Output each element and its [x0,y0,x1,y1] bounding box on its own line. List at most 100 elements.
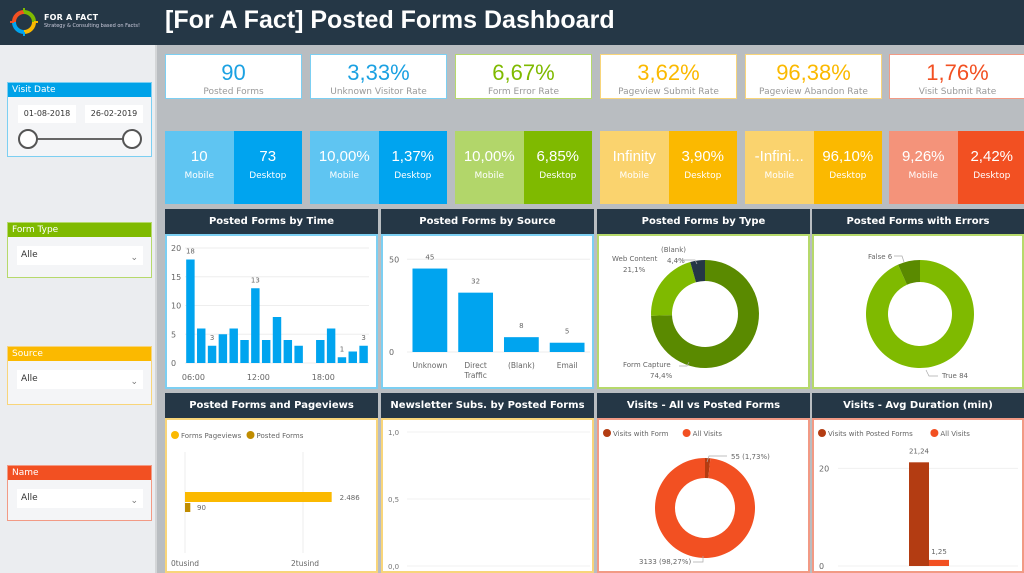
kpi-value: 6,67% [492,60,555,85]
legend-label: All Visits [693,430,723,438]
y-tick-label: 0 [819,562,824,571]
data-label: 32 [471,278,480,286]
form-type-value: Alle [21,250,38,260]
donut-slice [655,458,755,558]
kpi-label: Pageview Submit Rate [618,87,719,97]
y-tick-label: 0 [389,348,394,357]
kpi-desktop: 2,42% Desktop [957,131,1024,204]
name-dropdown[interactable]: Alle ⌄ [17,489,143,508]
slice-pct: 21,1% [623,266,646,274]
bar [240,340,249,363]
kpi-mobile: -Infini... Mobile [745,131,814,204]
page-title: [For A Fact] Posted Forms Dashboard [165,6,615,34]
y-tick-label: 0 [171,359,176,368]
bar [185,492,332,502]
start-date-input[interactable]: 01-08-2018 [18,105,76,123]
kpi-desktop: 3,90% Desktop [668,131,737,204]
source-value: Alle [21,374,38,384]
x-tick-label: 12:00 [247,373,270,382]
kpi-card: 1,76% Visit Submit Rate [889,54,1024,99]
kpi-desktop-value: 3,90% [681,148,725,165]
panel-newsletter-subs: Newsletter Subs. by Posted Forms 0,0 0,5 1… [381,393,594,573]
slice-pct: 4,4% [667,257,685,265]
x-tick-label: Email [557,361,578,370]
x-tick-label: 0tusind [171,559,199,568]
bar [185,503,191,512]
panel-title: Posted Forms and Pageviews [165,393,378,418]
bar [229,328,238,363]
legend-label: Visits with Posted Forms [828,430,913,438]
kpi-device-split: -Infini... Mobile 96,10% Desktop [745,131,882,204]
data-label: 21,24 [909,447,930,455]
kpi-value: 3,62% [637,60,700,85]
kpi-mobile-value: 10,00% [463,148,515,165]
y-tick-label: 0,0 [388,563,399,571]
bar [326,328,336,363]
chart-visits-all-vs-posted: Visits with Form All Visits 55 (1,73%) 3133… [603,429,770,566]
kpi-desktop-label: Desktop [539,171,577,181]
date-range-track [28,138,134,140]
panel-title: Visits - All vs Posted Forms [597,393,810,418]
x-tick-label: 18:00 [312,373,335,382]
end-date-input[interactable]: 26-02-2019 [85,105,143,123]
panel-visits-all-vs-posted: Visits - All vs Posted Forms Visits with… [597,393,810,573]
kpi-device-split: 9,26% Mobile 2,42% Desktop [889,131,1024,204]
kpi-mobile: 10,00% Mobile [455,131,524,204]
data-label: 90 [197,504,206,512]
y-tick-label: 5 [171,330,176,339]
kpi-desktop-value: 1,37% [391,148,435,165]
kpi-mobile-label: Mobile [474,171,505,181]
visit-date-slicer: Visit Date 01-08-2018 26-02-2019 [7,82,152,157]
header-bar: FOR A FACT Strategy & Consulting based o… [0,0,1024,45]
panel-title: Posted Forms by Type [597,209,810,234]
bar [261,340,271,363]
data-label: 18 [186,248,195,256]
start-date-handle[interactable] [18,129,38,149]
form-type-dropdown[interactable]: Alle ⌄ [17,246,143,265]
name-slicer: Name Alle ⌄ [7,465,152,521]
source-label: Source [8,347,151,361]
slice-label: True 84 [941,372,969,380]
bar [251,288,260,363]
end-date-handle[interactable] [122,129,142,149]
kpi-mobile-label: Mobile [764,171,795,181]
kpi-desktop: 1,37% Desktop [378,131,447,204]
kpi-desktop-value: 6,85% [536,148,580,165]
kpi-desktop-label: Desktop [394,171,432,181]
kpi-device-split: 10,00% Mobile 6,85% Desktop [455,131,592,204]
form-type-label: Form Type [8,223,151,237]
legend-label: All Visits [940,430,970,438]
chevron-down-icon: ⌄ [130,377,138,387]
data-label: 13 [251,276,260,284]
bar [359,345,368,363]
kpi-mobile: 10 Mobile [165,131,234,204]
panel-title: Newsletter Subs. by Posted Forms [381,393,594,418]
kpi-card: 96,38% Pageview Abandon Rate [745,54,882,99]
kpi-desktop-label: Desktop [973,171,1011,181]
x-tick-label: Traffic [463,371,487,380]
kpi-device-split: 10,00% Mobile 1,37% Desktop [310,131,447,204]
bar [909,462,929,566]
brand: FOR A FACT Strategy & Consulting based o… [44,13,140,29]
chart-posted-forms-with-errors: False 6 True 84 [866,253,974,380]
legend-label: Visits with Form [613,430,669,438]
bar [412,268,448,352]
kpi-value: 3,33% [347,60,410,85]
kpi-card: 3,33% Unknown Visitor Rate [310,54,447,99]
y-tick-label: 0,5 [388,496,399,504]
bar [207,345,217,363]
kpi-mobile-label: Mobile [184,171,215,181]
leader-line [894,255,905,263]
bar [316,340,325,363]
panel-posted-forms-by-source: Posted Forms by Source 0 50 45 Unknown 32 Dir… [381,209,594,389]
kpi-label: Unknown Visitor Rate [330,87,427,97]
panel-visits-avg-duration: Visits - Avg Duration (min) Visits with … [812,393,1024,573]
source-dropdown[interactable]: Alle ⌄ [17,370,143,389]
bar [186,259,195,363]
kpi-mobile-label: Mobile [619,171,650,181]
kpi-mobile-label: Mobile [908,171,939,181]
kpi-card: 3,62% Pageview Submit Rate [600,54,737,99]
chart-posted-forms-by-source: 0 50 45 Unknown 32 DirectTraffic 8 (Blank) 5 Emai… [389,254,590,380]
kpi-value: 1,76% [926,60,989,85]
bar [272,317,282,363]
